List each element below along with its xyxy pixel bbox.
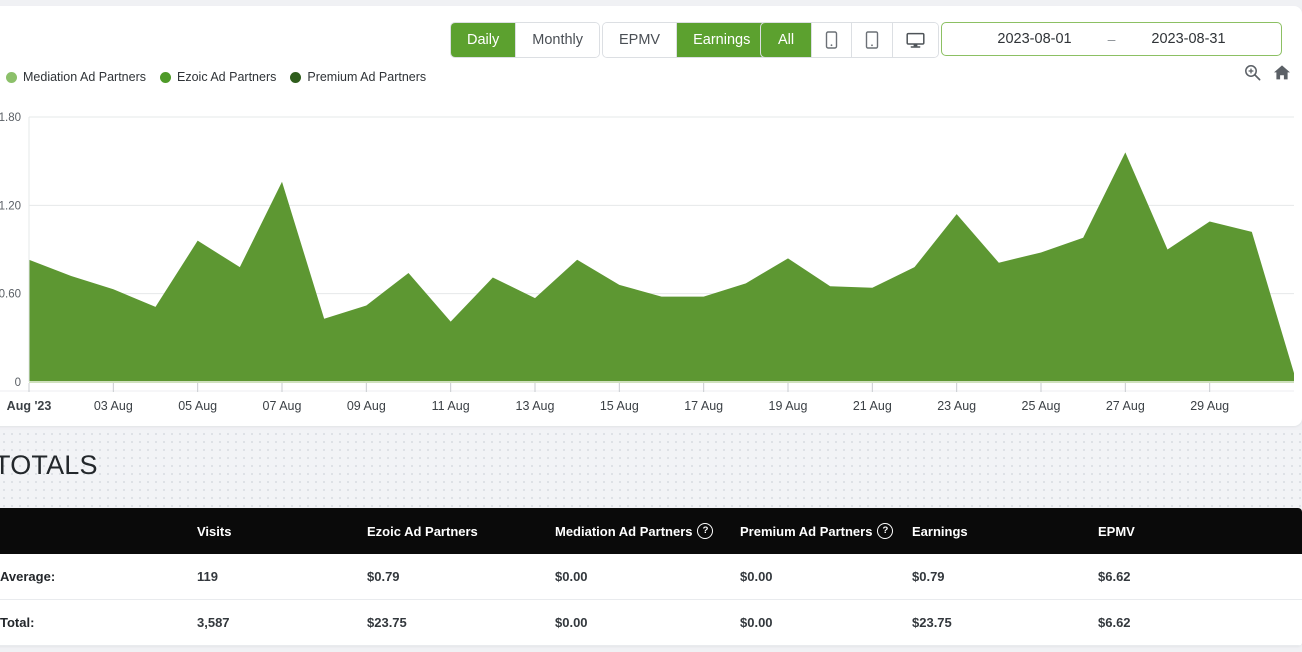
x-axis-tick-label: 13 Aug <box>516 399 555 413</box>
legend-swatch-ezoic <box>160 71 171 83</box>
x-axis-tick-label: 29 Aug <box>1190 399 1229 413</box>
legend-item-ezoic[interactable]: Ezoic Ad Partners <box>160 70 276 84</box>
device-mobile-button[interactable] <box>812 23 853 57</box>
cell-average-epmv: $6.62 <box>1098 569 1131 584</box>
earnings-area-chart[interactable]: 0 0.60 1.20 1.80 Aug '23 03 Aug 05 Aug 07 Aug 09… <box>0 101 1294 421</box>
row-label-total: Total: <box>0 615 35 630</box>
date-range-separator: – <box>1107 31 1116 47</box>
metric-toggle-group: EPMV Earnings <box>602 22 768 58</box>
legend-item-mediation[interactable]: Mediation Ad Partners <box>6 70 146 84</box>
zoom-in-icon[interactable] <box>1244 64 1261 81</box>
totals-heading: TOTALS <box>0 450 98 480</box>
metric-epmv-button[interactable]: EPMV <box>603 23 678 57</box>
mediation-help-icon[interactable]: ? <box>697 523 714 539</box>
chart-svg: 0 0.60 1.20 1.80 Aug '23 03 Aug 05 Aug 07 Aug 09… <box>0 112 1294 413</box>
x-axis-tick-label: 15 Aug <box>600 399 639 413</box>
table-header-premium: Premium Ad Partners ? <box>740 523 912 539</box>
device-toggle-group: All <box>760 22 940 58</box>
x-axis-tick-label: Aug '23 <box>7 399 52 413</box>
device-all-button[interactable]: All <box>761 23 813 57</box>
x-axis-tick-label: 25 Aug <box>1022 399 1061 413</box>
table-row: Total: 3,587 $23.75 $0.00 $0.00 $23.75 $… <box>0 600 1302 646</box>
cell-total-earnings: $23.75 <box>912 615 952 630</box>
table-header-visits: Visits <box>197 523 232 539</box>
legend-label-mediation: Mediation Ad Partners <box>23 70 146 84</box>
x-axis-tick-label: 21 Aug <box>853 399 892 413</box>
mobile-icon <box>825 31 838 49</box>
table-header-row: Visits Ezoic Ad Partners Mediation Ad Pa… <box>0 508 1302 554</box>
table-header-mediation: Mediation Ad Partners ? <box>555 523 740 539</box>
date-range-end: 2023-08-31 <box>1151 31 1226 47</box>
chart-card: Daily Monthly EPMV Earnings All 2023-08-… <box>0 6 1302 426</box>
y-axis-tick-label: 0 <box>15 377 21 389</box>
cell-total-premium: $0.00 <box>740 615 773 630</box>
totals-table: Visits Ezoic Ad Partners Mediation Ad Pa… <box>0 508 1302 646</box>
cell-average-premium: $0.00 <box>740 569 773 584</box>
table-header-earnings: Earnings <box>912 523 968 539</box>
metric-earnings-button[interactable]: Earnings <box>677 23 767 57</box>
home-icon[interactable] <box>1273 64 1291 81</box>
date-range-picker[interactable]: 2023-08-01 – 2023-08-31 <box>941 22 1282 56</box>
x-axis-tick-label: 23 Aug <box>937 399 976 413</box>
x-axis-tick-label: 07 Aug <box>263 399 302 413</box>
x-axis-tick-label: 11 Aug <box>432 399 470 413</box>
cell-average-visits: 119 <box>197 569 218 584</box>
device-desktop-button[interactable] <box>893 23 939 57</box>
cell-average-earnings: $0.79 <box>912 569 945 584</box>
x-axis-tick-label: 09 Aug <box>347 399 386 413</box>
table-row: Average: 119 $0.79 $0.00 $0.00 $0.79 $6.… <box>0 554 1302 600</box>
cell-total-visits: 3,587 <box>197 615 230 630</box>
x-axis-tick-label: 03 Aug <box>94 399 133 413</box>
legend-swatch-premium <box>290 71 302 83</box>
chart-area-series-earnings <box>29 152 1294 382</box>
chart-toolbar: Daily Monthly EPMV Earnings All 2023-08-… <box>0 22 1294 62</box>
y-axis-tick-label: 0.60 <box>0 289 21 301</box>
y-axis-tick-label: 1.80 <box>0 112 21 124</box>
device-tablet-button[interactable] <box>852 23 894 57</box>
desktop-icon <box>906 32 925 48</box>
chart-actions <box>1244 64 1291 81</box>
legend-item-premium[interactable]: Premium Ad Partners <box>290 70 426 84</box>
cell-average-mediation: $0.00 <box>555 569 588 584</box>
table-header-ezoic: Ezoic Ad Partners <box>367 523 478 539</box>
date-range-start: 2023-08-01 <box>997 31 1072 47</box>
cell-total-ezoic: $23.75 <box>367 615 407 630</box>
chart-legend: Mediation Ad Partners Ezoic Ad Partners … <box>6 70 426 84</box>
interval-daily-button[interactable]: Daily <box>451 23 517 57</box>
premium-help-icon[interactable]: ? <box>877 523 894 539</box>
interval-monthly-button[interactable]: Monthly <box>516 23 600 57</box>
x-axis-tick-label: 27 Aug <box>1106 399 1145 413</box>
analytics-dashboard: Daily Monthly EPMV Earnings All 2023-08-… <box>0 0 1302 652</box>
legend-label-premium: Premium Ad Partners <box>307 70 427 84</box>
legend-swatch-mediation <box>6 71 17 83</box>
table-header-epmv: EPMV <box>1098 523 1135 539</box>
table-header-mediation-label: Mediation Ad Partners <box>555 523 693 539</box>
x-axis-tick-label: 17 Aug <box>684 399 723 413</box>
cell-average-ezoic: $0.79 <box>367 569 400 584</box>
table-header-premium-label: Premium Ad Partners <box>740 523 873 539</box>
interval-toggle-group: Daily Monthly <box>450 22 601 58</box>
tablet-icon <box>865 31 879 49</box>
x-axis-tick-label: 05 Aug <box>178 399 217 413</box>
y-axis-tick-label: 1.20 <box>0 200 21 212</box>
row-label-average: Average: <box>0 569 56 584</box>
x-axis-tick-label: 19 Aug <box>769 399 808 413</box>
legend-label-ezoic: Ezoic Ad Partners <box>177 70 277 84</box>
cell-total-mediation: $0.00 <box>555 615 588 630</box>
cell-total-epmv: $6.62 <box>1098 615 1131 630</box>
